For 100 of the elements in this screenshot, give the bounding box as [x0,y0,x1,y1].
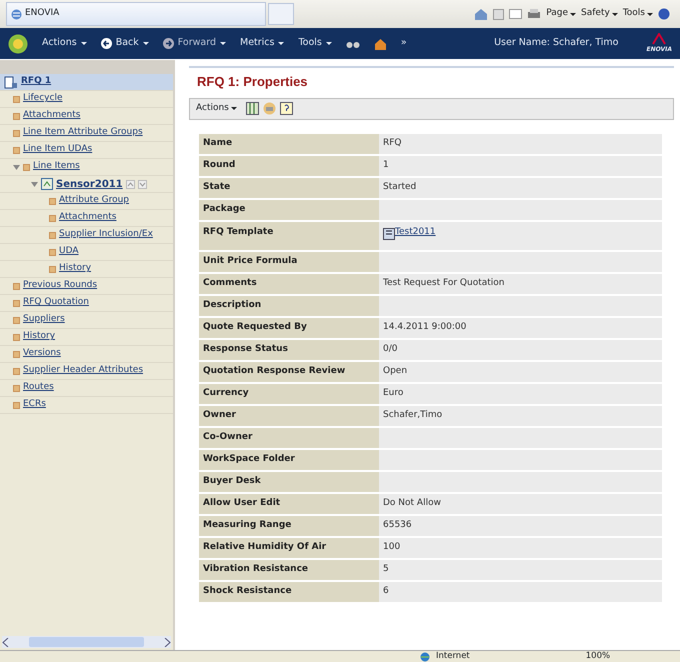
tree-link[interactable]: ECRs [23,398,46,412]
property-value: 5 [379,560,662,580]
property-label: Relative Humidity Of Air [199,538,379,558]
tree-link[interactable]: Previous Rounds [23,279,98,293]
bullet-icon [13,112,20,120]
property-value: 1 [379,156,662,176]
compass-icon [8,34,28,54]
property-value: 14.4.2011 9:00:00 [379,318,662,338]
property-label: Quotation Response Review [199,362,379,382]
user-name: User Name: Schafer, Timo [494,36,618,50]
move-up-icon [126,180,135,188]
bullet-icon [13,300,20,306]
toolbar-button[interactable]: Actions [42,36,87,51]
template-link[interactable]: Test2011 [395,226,436,240]
property-label: Vibration Resistance [199,560,379,580]
tree-link[interactable]: Attachments [59,211,116,225]
zone-label: Internet [436,650,470,662]
bullet-icon [49,266,56,272]
property-label: Package [199,200,379,220]
bullet-icon [13,368,20,374]
bullet-icon [13,96,20,102]
property-label: Response Status [199,340,379,360]
property-label: Co-Owner [199,428,379,448]
document-icon [383,228,395,240]
tab-title: ENOVIA [25,7,60,20]
scroll-right-icon [164,638,171,646]
tree-link[interactable]: Attachments [23,109,80,123]
tree-link[interactable]: Supplier Header Attributes [23,364,144,378]
tree-link[interactable]: Sensor2011 [56,176,123,192]
help-icon [658,8,670,20]
help-icon [280,102,294,115]
actions-menu[interactable]: Actions [196,102,238,116]
property-value: Do Not Allow [379,494,662,514]
tree-link[interactable]: Attribute Group [59,194,130,208]
toolbar-button[interactable]: Back [100,36,149,51]
property-value: Schafer,Timo [379,406,662,426]
toolbar-button[interactable]: Tools [298,36,332,51]
collapse-triangle-icon[interactable] [31,180,38,188]
overflow-chevron[interactable]: » [400,36,407,51]
property-value: 100 [379,538,662,558]
tree-link[interactable]: Supplier Inclusion/Ex [59,228,153,242]
back-arrow-icon [100,38,112,49]
bullet-icon [23,164,30,170]
tree-link[interactable]: RFQ Quotation [23,296,89,310]
bullet-icon [49,232,56,238]
tree-link[interactable]: History [23,330,56,344]
tree-link[interactable]: Line Item Attribute Groups [23,126,143,140]
tree-link[interactable]: Line Item UDAs [23,143,92,157]
browser-tab[interactable]: ENOVIA [6,2,266,26]
menu-button[interactable]: Safety [581,7,618,21]
menu-button[interactable]: Page [546,7,576,21]
property-label: State [199,178,379,198]
tree-link[interactable]: Lifecycle [23,92,62,106]
table-icon [246,102,260,115]
property-value: Open [379,362,662,382]
toolbar-button[interactable]: Metrics [240,36,284,51]
bullet-icon [13,350,20,358]
property-label: Allow User Edit [199,494,379,514]
property-label: Comments [199,274,379,294]
property-label: Name [199,134,379,154]
bullet-icon [49,198,56,204]
scroll-left-icon [2,638,9,646]
tree-link[interactable]: History [59,262,92,276]
menu-button[interactable]: Tools [622,7,653,21]
collapse-triangle-icon[interactable] [13,164,20,170]
tree-link[interactable]: RFQ 1 [21,75,52,89]
property-label: Round [199,156,379,176]
property-value: 0/0 [379,340,662,360]
toolbar-button[interactable]: Forward [162,36,226,51]
tree-link[interactable]: Routes [23,381,54,395]
property-label: Currency [199,384,379,404]
printer-icon [263,102,276,115]
property-label: RFQ Template [199,222,379,250]
bullet-icon [13,334,20,340]
property-label: Owner [199,406,379,426]
globe-icon [11,8,22,20]
property-value: Test Request For Quotation [379,274,662,294]
feed-icon [493,8,504,20]
bullet-icon [49,214,56,222]
bullet-icon [49,248,56,256]
horizontal-scrollbar[interactable] [2,636,171,648]
tree-link[interactable]: UDA [59,245,79,259]
new-tab-button[interactable] [268,3,294,25]
tree-link[interactable]: Line Items [33,160,80,174]
globe-icon [420,652,430,662]
zoom-level[interactable]: 100% [586,650,610,662]
property-label: Description [199,296,379,316]
house-icon [374,38,387,50]
property-label: Buyer Desk [199,472,379,492]
tree-link[interactable]: Versions [23,347,61,361]
bullet-icon [13,146,20,154]
bullet-icon [13,384,20,392]
property-label: Quote Requested By [199,318,379,338]
bullet-icon [13,316,20,324]
tree-link[interactable]: Suppliers [23,313,65,327]
property-value: Started [379,178,662,198]
property-label: Measuring Range [199,516,379,536]
property-label: WorkSpace Folder [199,450,379,470]
property-value: 65536 [379,516,662,536]
forward-arrow-icon [162,38,174,49]
